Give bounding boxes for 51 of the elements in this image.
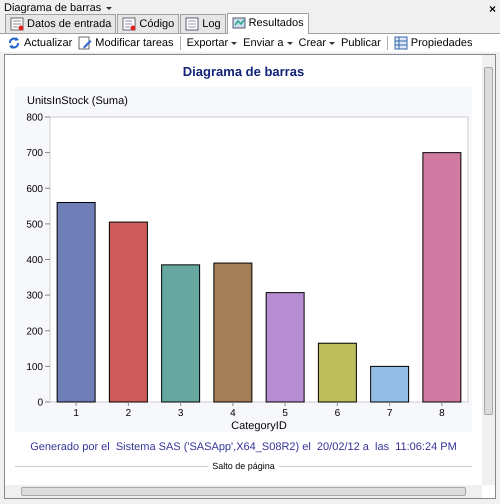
toolbar-button[interactable]: Exportar <box>184 34 240 52</box>
toolbar-button[interactable]: Actualizar <box>4 34 76 52</box>
tick-label: 200 <box>26 326 43 337</box>
tick-label: 3 <box>178 408 184 418</box>
horizontal-scrollbar[interactable] <box>5 485 482 498</box>
vertical-scrollbar[interactable] <box>482 55 495 485</box>
report-title: Diagrama de barras <box>182 63 306 81</box>
scroll-thumb[interactable] <box>484 67 493 415</box>
tab[interactable]: Log <box>180 14 226 33</box>
refresh-icon <box>7 36 21 50</box>
tab[interactable]: Datos de entrada <box>5 14 116 33</box>
page-break-label: Salto de página <box>212 460 275 473</box>
toolbar-button[interactable]: Propiedades <box>390 34 476 52</box>
tab[interactable]: Resultados <box>226 12 309 34</box>
caret-icon <box>106 7 112 10</box>
toolbar-button[interactable]: Publicar <box>338 34 384 52</box>
scroll-thumb[interactable] <box>21 487 466 496</box>
caret-icon <box>329 42 336 44</box>
tick-label: 5 <box>282 408 288 418</box>
tick-label: 600 <box>26 183 43 194</box>
tick-label: 300 <box>26 290 43 302</box>
tick-label: 0 <box>37 397 43 408</box>
tick-label: 1 <box>73 408 79 418</box>
tick-label: 700 <box>26 148 43 159</box>
document-icon <box>122 16 136 31</box>
tick-label: 2 <box>126 408 132 418</box>
tick-label: 4 <box>230 408 236 418</box>
axis-title: UnitsInStock (Suma) <box>27 94 128 106</box>
tick-label: 500 <box>26 218 43 230</box>
tick-label: 800 <box>26 112 43 123</box>
tick-label: 8 <box>439 408 445 418</box>
caret-icon <box>286 42 292 44</box>
table-icon <box>10 16 24 31</box>
document-icon <box>185 16 200 31</box>
axis-title: CategoryID <box>231 420 287 432</box>
bar <box>318 342 357 402</box>
tick-label: 100 <box>26 361 43 372</box>
footnote: Generado por el Sistema SAS ('SASApp',X64_S08R2) el 20/02/12 a las 11:06:24 PM <box>29 440 458 454</box>
toolbar-button[interactable]: Enviar a <box>240 34 296 52</box>
chart-icon <box>232 16 246 30</box>
tab[interactable]: Código <box>117 14 180 33</box>
bar <box>370 365 410 402</box>
caret-icon <box>231 42 238 44</box>
close-button[interactable]: × <box>488 2 496 14</box>
tick-label: 7 <box>386 408 392 418</box>
toolbar-button[interactable]: Modificar tareas <box>75 34 177 52</box>
window-title: Diagrama de barras <box>4 1 102 16</box>
tick-label: 6 <box>334 408 340 418</box>
toolbar-button[interactable]: Crear <box>296 34 338 52</box>
tick-label: 400 <box>26 254 43 266</box>
grid-icon <box>394 36 408 50</box>
